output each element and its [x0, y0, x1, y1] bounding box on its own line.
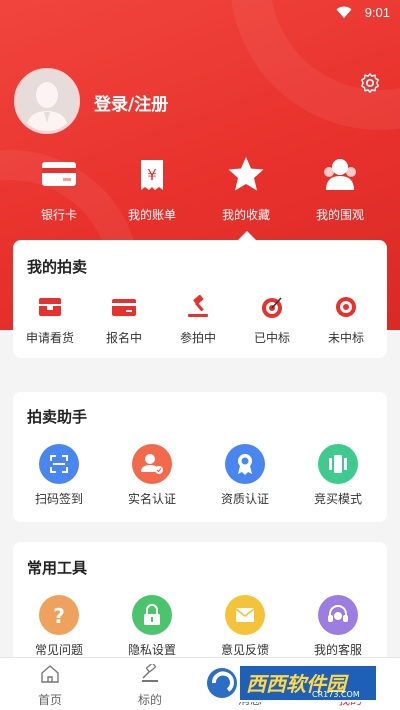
wifi-icon — [336, 6, 352, 18]
quick-action-bill[interactable]: ¥ 我的账单 — [112, 154, 192, 223]
quick-action-label: 我的收藏 — [221, 208, 270, 222]
auction-won[interactable]: 已中标 — [235, 295, 309, 346]
assistant-item-label: 竞买模式 — [313, 492, 362, 506]
my-auction-title: 我的拍卖 — [27, 258, 88, 276]
tab-label: 标的 — [137, 693, 162, 707]
headset-icon — [318, 595, 358, 635]
tab-home[interactable]: 首页 — [20, 664, 80, 708]
certificate-icon — [225, 444, 265, 484]
auction-assistant-title: 拍卖助手 — [27, 408, 88, 426]
auction-item-label: 已中标 — [253, 331, 290, 345]
quick-action-label: 我的围观 — [315, 208, 364, 222]
watchers-icon — [324, 159, 356, 190]
assistant-scan-checkin[interactable]: 扫码签到 — [22, 444, 96, 507]
auction-item-label: 报名中 — [105, 331, 142, 345]
card-icon — [112, 299, 136, 316]
home-icon — [41, 665, 59, 683]
auction-item-label: 参拍中 — [179, 331, 216, 345]
common-tools-card: 常用工具 ? 常见问题 隐私设置 意见反馈 我的客服 — [13, 542, 387, 672]
bill-icon: ¥ — [141, 160, 163, 190]
watermark-logo: 西西软件园 CR173.COM — [200, 660, 382, 704]
tool-item-label: 意见反馈 — [220, 643, 269, 657]
gavel-tab-icon — [142, 662, 158, 682]
tool-feedback[interactable]: 意见反馈 — [208, 595, 282, 658]
my-auction-card: 我的拍卖 申请看货 报名中 参拍中 已中标 未中标 — [13, 240, 387, 358]
quick-action-bank-card[interactable]: 银行卡 — [19, 154, 99, 223]
scan-icon — [39, 444, 79, 484]
avatar-silhouette-icon — [17, 71, 77, 131]
gear-icon[interactable] — [359, 72, 381, 94]
id-verify-icon — [132, 444, 172, 484]
target-icon — [336, 297, 356, 317]
target-hit-icon — [262, 297, 282, 318]
common-tools-title: 常用工具 — [27, 559, 88, 577]
lock-icon — [132, 595, 172, 635]
bank-card-icon — [42, 162, 76, 186]
quick-action-label: 我的账单 — [127, 208, 176, 222]
svg-text:?: ? — [53, 604, 65, 628]
quick-action-label: 银行卡 — [40, 208, 77, 222]
tool-item-label: 我的客服 — [313, 643, 362, 657]
auction-apply-view[interactable]: 申请看货 — [13, 295, 87, 346]
auction-item-label: 未中标 — [327, 331, 364, 345]
gavel-icon — [188, 294, 208, 317]
login-register-link[interactable]: 登录/注册 — [94, 90, 168, 115]
tool-item-label: 隐私设置 — [127, 643, 176, 657]
auction-assistant-card: 拍卖助手 扫码签到 实名认证 资质认证 竞买模式 — [13, 392, 387, 522]
auction-bidding[interactable]: 参拍中 — [161, 294, 235, 346]
quick-action-watching[interactable]: 我的围观 — [300, 154, 380, 223]
quick-action-favorites[interactable]: 我的收藏 — [206, 154, 286, 223]
tab-label: 首页 — [37, 693, 62, 707]
assistant-qualification[interactable]: 资质认证 — [208, 444, 282, 507]
assistant-bidding-mode[interactable]: 竞买模式 — [301, 444, 375, 507]
svg-text:¥: ¥ — [147, 166, 157, 184]
feedback-icon — [225, 595, 265, 635]
question-icon: ? — [39, 595, 79, 635]
assistant-item-label: 资质认证 — [220, 492, 269, 506]
bidding-mode-icon — [318, 444, 358, 484]
auction-item-label: 申请看货 — [25, 331, 74, 345]
assistant-real-name[interactable]: 实名认证 — [115, 444, 189, 507]
status-time: 9:01 — [364, 5, 390, 20]
box-icon — [39, 298, 61, 316]
star-icon — [228, 157, 264, 191]
auction-registering[interactable]: 报名中 — [87, 295, 161, 346]
status-bar: 9:01 — [0, 0, 400, 26]
tab-listings[interactable]: 标的 — [120, 662, 180, 708]
tool-item-label: 常见问题 — [34, 643, 83, 657]
tool-customer-service[interactable]: 我的客服 — [301, 595, 375, 658]
watermark-subtext: CR173.COM — [312, 690, 360, 699]
tool-faq[interactable]: ? 常见问题 — [22, 595, 96, 658]
auction-not-won[interactable]: 未中标 — [309, 295, 383, 346]
assistant-item-label: 实名认证 — [127, 492, 176, 506]
assistant-item-label: 扫码签到 — [34, 492, 83, 506]
tool-privacy[interactable]: 隐私设置 — [115, 595, 189, 658]
avatar[interactable] — [14, 68, 80, 134]
